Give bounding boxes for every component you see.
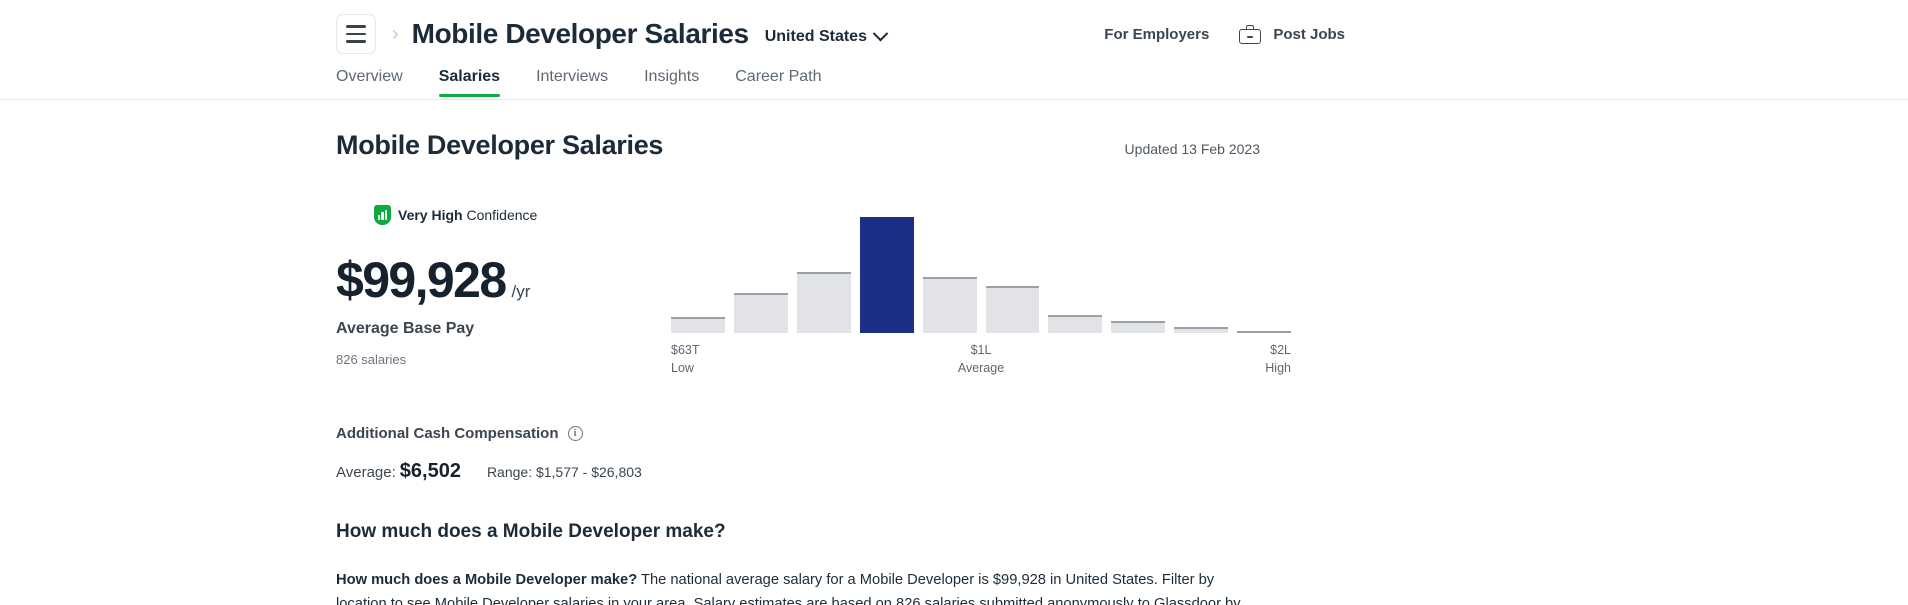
header-left-group: › Mobile Developer Salaries United State… (0, 14, 889, 54)
axis-label-high: $2L High (1265, 341, 1291, 377)
chart-bar[interactable] (985, 286, 1040, 333)
average-base-pay-label: Average Base Pay (336, 320, 475, 337)
salary-summary-row: Very High Confidence $99,928 /yr Average… (336, 205, 1292, 383)
shield-bar-2 (381, 212, 384, 220)
title-row: Mobile Developer Salaries Updated 13 Feb… (336, 100, 1260, 161)
salary-amount: $99,928 (336, 252, 507, 308)
tab-salaries[interactable]: Salaries (438, 68, 501, 97)
additional-cash-average-value: $6,502 (399, 460, 461, 482)
additional-cash-values: Average: $6,502 Range: $1,577 - $26,803 (336, 460, 1260, 483)
shield-bar-3 (385, 209, 388, 220)
axis-average-value: $1L (970, 343, 992, 357)
content-column: Mobile Developer Salaries Updated 13 Feb… (336, 100, 1292, 605)
tab-bar: Overview Salaries Interviews Insights Ca… (0, 68, 1908, 100)
chart-bar-wrapper (1237, 330, 1292, 333)
post-jobs-label: Post Jobs (1273, 25, 1345, 43)
additional-cash-header: Additional Cash Compensation i (336, 425, 1260, 442)
faq-lead-question: How much does a Mobile Developer make? (336, 572, 638, 588)
chart-bar[interactable] (922, 276, 977, 333)
breadcrumb-chevron-right-icon: › (392, 23, 399, 45)
axis-low-value: $63T (671, 343, 700, 357)
chart-bar[interactable] (796, 271, 851, 333)
chart-bar-wrapper (1048, 315, 1103, 333)
tab-interviews[interactable]: Interviews (536, 68, 608, 96)
briefcase-icon-latch (1247, 35, 1254, 38)
tab-overview[interactable]: Overview (336, 68, 403, 96)
chart-bar-wrapper (985, 286, 1040, 333)
additional-cash-range: Range: $1,577 - $26,803 (486, 464, 642, 480)
additional-cash-compensation: Additional Cash Compensation i Average: $… (336, 425, 1260, 483)
axis-label-average: $1L Average (958, 341, 1004, 377)
faq-paragraph: How much does a Mobile Developer make? T… (336, 569, 1241, 605)
header-title: Mobile Developer Salaries (411, 18, 749, 49)
salary-sample-count: 826 salaries (336, 352, 407, 367)
chevron-down-icon (872, 25, 889, 42)
tab-insights[interactable]: Insights (644, 68, 699, 96)
chart-bar-wrapper (796, 271, 851, 333)
axis-low-key: Low (671, 361, 694, 375)
chart-bars (671, 213, 1292, 333)
additional-cash-title: Additional Cash Compensation (336, 425, 559, 442)
chart-bar[interactable] (1237, 330, 1292, 333)
main-content: Mobile Developer Salaries Updated 13 Feb… (0, 100, 1908, 605)
page-root: › Mobile Developer Salaries United State… (0, 0, 1908, 605)
axis-average-key: Average (957, 361, 1005, 375)
info-icon[interactable]: i (567, 426, 583, 441)
faq-heading: How much does a Mobile Developer make? (336, 521, 726, 542)
chart-bar-wrapper (859, 216, 914, 333)
salary-period: /yr (511, 282, 531, 301)
chart-axis: $63T Low $1L Average $2L High (671, 341, 1291, 383)
axis-high-value: $2L (1270, 343, 1291, 357)
for-employers-link[interactable]: For Employers (1104, 26, 1209, 43)
header-right-group: For Employers Post Jobs (1104, 24, 1908, 44)
confidence-level: Very High (398, 207, 463, 223)
chart-bar-highlighted[interactable] (859, 216, 914, 333)
chart-bar-wrapper (671, 317, 725, 333)
chart-bar-wrapper (922, 276, 977, 333)
chart-bar[interactable] (1174, 327, 1229, 333)
chart-bar[interactable] (1048, 315, 1103, 333)
confidence-shield-icon (374, 205, 391, 225)
chart-bar[interactable] (671, 317, 725, 333)
app-header: › Mobile Developer Salaries United State… (0, 0, 1908, 68)
hamburger-menu-button[interactable] (336, 14, 376, 54)
additional-cash-average: Average: $6,502 (336, 460, 461, 483)
updated-timestamp: Updated 13 Feb 2023 (1124, 141, 1260, 157)
axis-label-low: $63T Low (671, 341, 700, 377)
chart-bar[interactable] (733, 293, 788, 333)
shield-bar-1 (377, 215, 380, 220)
hamburger-icon-line (346, 25, 366, 28)
average-base-pay-value: $99,928 /yr (336, 255, 616, 305)
chart-bar-wrapper (1111, 321, 1166, 333)
location-label: United States (764, 27, 867, 45)
confidence-label: Very High Confidence (398, 207, 537, 223)
confidence-badge: Very High Confidence (374, 205, 616, 225)
post-jobs-button[interactable]: Post Jobs (1239, 24, 1345, 44)
location-dropdown[interactable]: United States (764, 23, 889, 46)
confidence-suffix: Confidence (462, 207, 538, 223)
page-title: Mobile Developer Salaries (336, 130, 664, 160)
axis-high-key: High (1265, 361, 1291, 375)
hamburger-icon-line (346, 40, 366, 43)
chart-bar-wrapper (1174, 327, 1229, 333)
faq-section: How much does a Mobile Developer make? H… (336, 521, 1260, 605)
salary-summary-left: Very High Confidence $99,928 /yr Average… (336, 205, 616, 383)
additional-cash-average-label: Average: (336, 464, 396, 481)
briefcase-icon (1239, 24, 1262, 44)
chart-bar[interactable] (1111, 321, 1166, 333)
hamburger-icon-line (346, 32, 366, 36)
tab-career-path[interactable]: Career Path (735, 68, 821, 96)
salary-distribution-chart: $63T Low $1L Average $2L High (671, 205, 1292, 383)
chart-bar-wrapper (733, 293, 788, 333)
